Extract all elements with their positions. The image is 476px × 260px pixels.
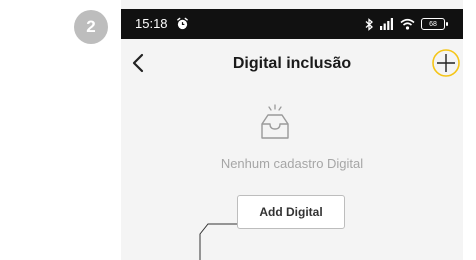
status-icons: 68 [365,16,448,32]
status-bar: 15:18 68 [121,9,463,39]
step-number-badge: 2 [74,10,108,44]
empty-state-message: Nenhum cadastro Digital [220,156,364,171]
battery-icon: 68 [421,18,448,30]
add-icon[interactable] [431,48,461,78]
empty-tray-icon [261,104,289,139]
status-time: 15:18 [135,16,168,31]
signal-icon [380,18,393,30]
alarm-icon [177,17,188,30]
bluetooth-icon [365,17,373,31]
page-title: Digital inclusão [232,55,352,72]
battery-level: 68 [429,20,437,28]
phone-screen: 15:18 68 Digital inclusão Nenhum cadastr… [121,0,463,260]
add-digital-button[interactable]: Add Digital [237,195,345,229]
wifi-icon [400,18,415,30]
nav-bar: Digital inclusão [121,39,463,89]
